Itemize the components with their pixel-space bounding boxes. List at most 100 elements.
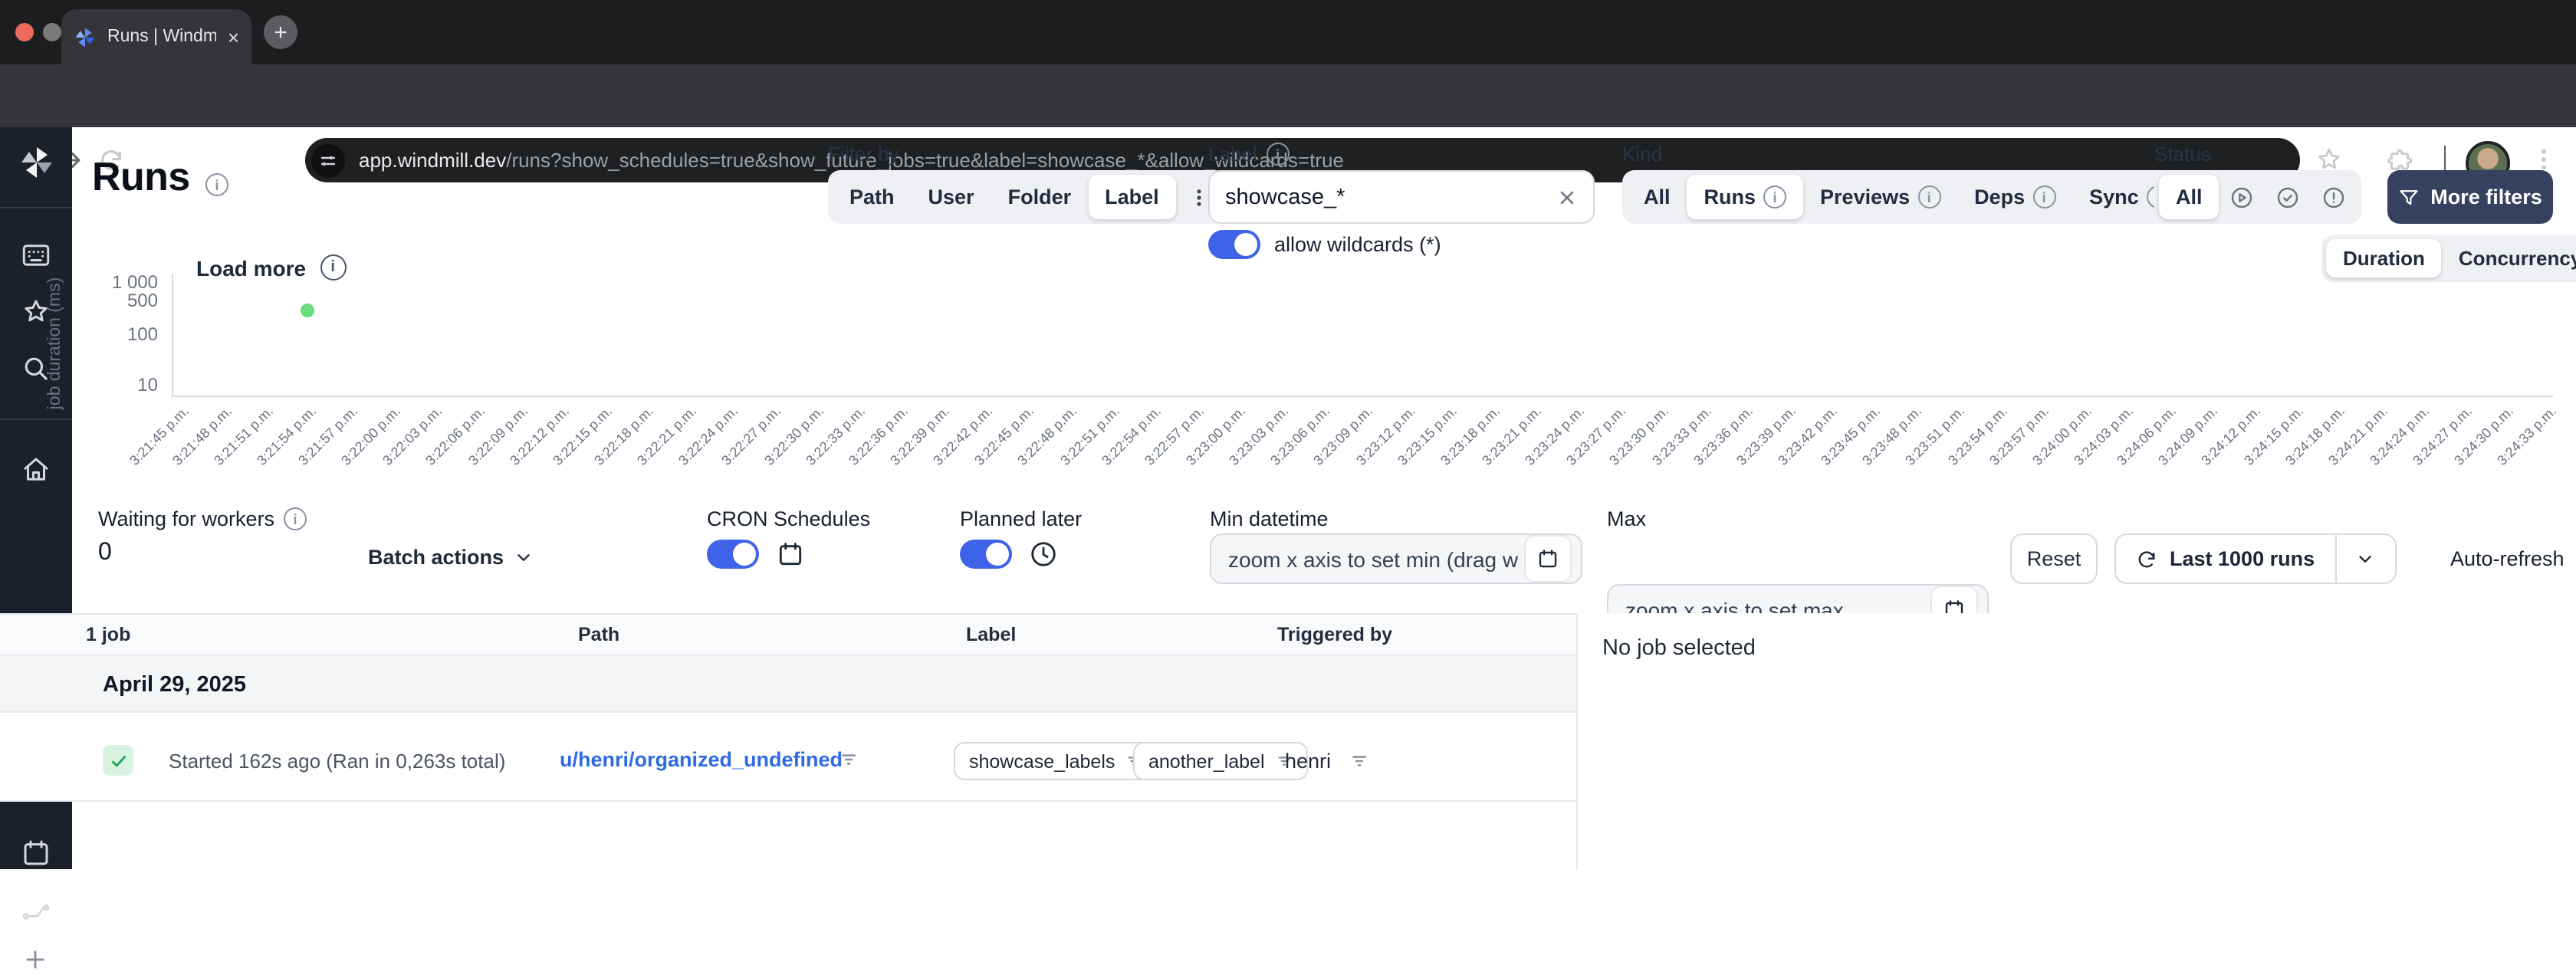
min-datetime-label: Min datetime — [1210, 507, 1329, 530]
x-axis-tick-label: 3:23:09 p.m. — [1310, 403, 1376, 468]
kind-segmented: All Runs Previews Deps Sync — [1622, 170, 2191, 224]
sidebar-item-add-plus-icon[interactable] — [20, 944, 54, 978]
kind-all[interactable]: All — [1627, 175, 1687, 219]
x-axis-tick-label: 3:22:24 p.m. — [676, 403, 741, 468]
filter-by-folder[interactable]: Folder — [991, 175, 1089, 219]
new-tab-button[interactable]: + — [264, 15, 297, 49]
label-filter-input[interactable]: showcase_* — [1208, 170, 1595, 224]
app-window: Runs | Windmill × + app.windmill.dev/run… — [0, 0, 2576, 969]
x-axis-tick-label: 3:24:21 p.m. — [2325, 403, 2390, 468]
runs-window-split-button: Last 1000 runs — [2114, 533, 2397, 584]
more-filters-button[interactable]: More filters — [2387, 170, 2553, 224]
status-all[interactable]: All — [2159, 175, 2220, 219]
filter-by-segmented: Path User Folder Label — [828, 170, 1227, 224]
x-axis-tick-label: 3:22:21 p.m. — [633, 403, 699, 468]
filter-by-label-option[interactable]: Label — [1088, 175, 1176, 219]
column-path: Path — [578, 624, 620, 645]
window-close-button[interactable] — [15, 23, 34, 41]
x-axis-tick-label: 3:23:18 p.m. — [1437, 403, 1503, 468]
browser-tabstrip: Runs | Windmill × + — [0, 0, 2576, 64]
load-more-info-icon[interactable] — [320, 254, 347, 281]
planned-later-controls — [960, 540, 1058, 569]
calendar-icon — [779, 543, 802, 566]
x-axis-tick-label: 3:23:54 p.m. — [1944, 403, 2010, 468]
runs-window-button[interactable]: Last 1000 runs — [2114, 533, 2335, 584]
job-label-text: another_label — [1148, 750, 1265, 772]
kind-deps-text: Deps — [1974, 185, 2026, 208]
y-tick-500: 500 — [127, 290, 158, 311]
x-axis-tick-label: 3:21:51 p.m. — [211, 403, 277, 468]
no-job-selected-text: No job selected — [1602, 636, 1756, 661]
x-axis-tick-label: 3:24:24 p.m. — [2367, 403, 2433, 468]
page-title-info-icon[interactable] — [205, 173, 228, 196]
x-axis-tick-label: 3:23:48 p.m. — [1860, 403, 1925, 468]
window-minimize-button[interactable] — [43, 23, 61, 41]
clock-icon — [1031, 542, 1056, 566]
status-success-check-icon[interactable] — [2266, 175, 2312, 219]
allow-wildcards-toggle[interactable] — [1208, 230, 1260, 259]
x-axis-tick-label: 3:24:30 p.m. — [2452, 403, 2517, 468]
reset-button[interactable]: Reset — [2010, 533, 2098, 584]
view-tabs-segmented: Duration Concurrency — [2321, 235, 2576, 282]
x-axis-tick-label: 3:22:12 p.m. — [507, 403, 573, 468]
planned-later-label: Planned later — [960, 507, 1083, 530]
planned-later-toggle[interactable] — [960, 540, 1012, 569]
x-axis-tick-label: 3:23:33 p.m. — [1648, 403, 1714, 468]
kind-runs-info-icon[interactable] — [1763, 185, 1787, 208]
site-info-icon[interactable] — [311, 143, 345, 177]
cron-schedules-label: CRON Schedules — [707, 507, 871, 530]
sidebar-divider — [0, 207, 72, 208]
job-path-link[interactable]: u/henri/organized_undefined — [560, 748, 843, 771]
waiting-for-workers-text: Waiting for workers — [98, 507, 275, 530]
chart-x-axis-line — [172, 395, 2553, 397]
sidebar-item-home-icon[interactable] — [20, 454, 54, 487]
load-more-button[interactable]: Load more — [196, 254, 347, 281]
waiting-info-icon[interactable] — [284, 507, 307, 530]
job-duration-point[interactable] — [301, 303, 315, 317]
x-axis-tick-label: 3:24:12 p.m. — [2198, 403, 2264, 468]
tab-close-icon[interactable]: × — [228, 27, 239, 47]
path-filter-icon[interactable] — [839, 750, 859, 770]
browser-tab[interactable]: Runs | Windmill × — [61, 9, 251, 64]
windmill-logo[interactable] — [18, 144, 55, 181]
kind-deps-info-icon[interactable] — [2032, 185, 2056, 208]
x-axis-tick-label: 3:22:48 p.m. — [1014, 403, 1080, 468]
label-filter-info-icon[interactable] — [1266, 143, 1290, 166]
job-label-pill[interactable]: another_label — [1133, 742, 1308, 780]
x-axis-tick-label: 3:23:39 p.m. — [1733, 403, 1799, 468]
clear-label-filter-icon[interactable] — [1556, 186, 1578, 208]
extensions-puzzle-icon[interactable] — [2386, 146, 2413, 173]
x-axis-tick-label: 3:23:24 p.m. — [1521, 403, 1587, 468]
status-failure-alert-icon[interactable] — [2312, 175, 2358, 219]
triggered-by-filter-icon[interactable] — [1349, 751, 1369, 771]
status-running-play-icon[interactable] — [2220, 175, 2266, 219]
filter-by-user[interactable]: User — [912, 175, 991, 219]
status-segmented: All — [2154, 170, 2362, 224]
kind-previews-info-icon[interactable] — [1917, 185, 1941, 208]
kind-runs[interactable]: Runs — [1687, 175, 1804, 219]
calendar-icon — [1539, 550, 1557, 568]
tab-duration[interactable]: Duration — [2326, 239, 2442, 277]
kind-sync-text: Sync — [2089, 185, 2139, 208]
x-axis-tick-label: 3:21:57 p.m. — [295, 403, 361, 468]
kind-deps[interactable]: Deps — [1957, 175, 2072, 219]
x-axis-tick-label: 3:22:30 p.m. — [761, 403, 826, 468]
x-axis-tick-label: 3:23:15 p.m. — [1395, 403, 1460, 468]
min-datetime-calendar-button[interactable] — [1524, 535, 1572, 583]
tab-concurrency[interactable]: Concurrency — [2442, 239, 2576, 277]
filter-by-path[interactable]: Path — [833, 175, 912, 219]
job-label-pill[interactable]: showcase_labels — [954, 742, 1158, 780]
x-axis-tick-label: 3:22:51 p.m. — [1056, 403, 1122, 468]
sidebar-item-routes-icon[interactable] — [20, 892, 54, 926]
date-group-label: April 29, 2025 — [103, 673, 246, 697]
min-datetime-input[interactable]: zoom x axis to set min (drag wi — [1210, 533, 1582, 584]
bookmark-star-icon[interactable] — [2315, 146, 2343, 173]
x-axis-tick-label: 3:22:18 p.m. — [591, 403, 657, 468]
cron-schedules-toggle[interactable] — [707, 540, 759, 569]
sidebar-item-schedules-calendar-icon[interactable] — [20, 837, 54, 871]
x-axis-tick-label: 3:22:39 p.m. — [887, 403, 953, 468]
kind-previews[interactable]: Previews — [1803, 175, 1957, 219]
batch-actions-dropdown[interactable]: Batch actions — [368, 546, 533, 569]
kind-runs-text: Runs — [1704, 185, 1756, 208]
runs-window-chevron-button[interactable] — [2334, 533, 2397, 584]
